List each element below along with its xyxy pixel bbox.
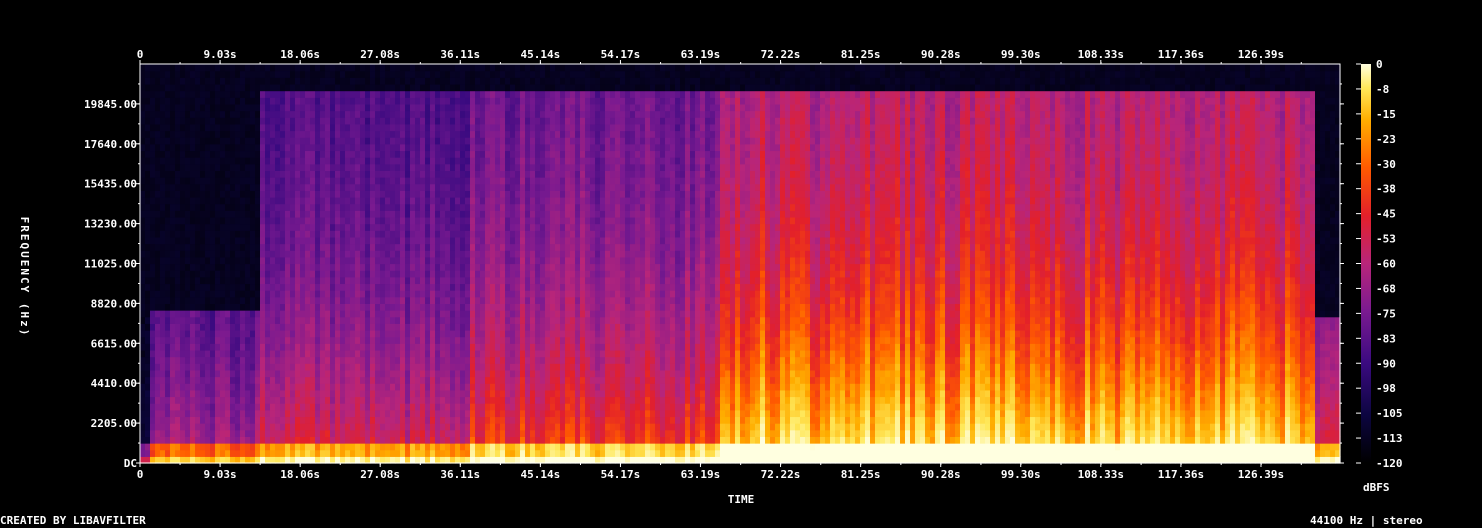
x-tick-label-bottom: 63.19s: [681, 468, 721, 481]
y-tick-label: 19845.00: [84, 98, 137, 111]
x-tick-label-top: 27.08s: [360, 48, 400, 61]
x-tick-label-top: 54.17s: [601, 48, 641, 61]
colorbar-tick-label: -8: [1376, 83, 1389, 96]
x-tick-label-bottom: 54.17s: [601, 468, 641, 481]
colorbar-tick-label: -68: [1376, 282, 1396, 295]
colorbar-tick-label: -15: [1376, 108, 1396, 121]
x-tick-label-top: 63.19s: [681, 48, 721, 61]
x-tick-label-top: 0: [137, 48, 144, 61]
x-tick-label-bottom: 126.39s: [1238, 468, 1284, 481]
colorbar-label: dBFS: [1363, 481, 1390, 494]
colorbar-tick-label: -60: [1376, 258, 1396, 271]
x-tick-label-top: 9.03s: [204, 48, 237, 61]
x-tick-label-bottom: 90.28s: [921, 468, 961, 481]
x-tick-label-top: 99.30s: [1001, 48, 1041, 61]
y-tick-label: 8820.00: [91, 297, 137, 310]
x-tick-label-bottom: 18.06s: [280, 468, 320, 481]
colorbar-tick-label: -120: [1376, 457, 1403, 470]
colorbar-tick-label: -53: [1376, 233, 1396, 246]
x-tick-label-bottom: 36.11s: [440, 468, 480, 481]
colorbar-tick-label: -23: [1376, 133, 1396, 146]
x-tick-label-bottom: 99.30s: [1001, 468, 1041, 481]
colorbar-tick-label: -105: [1376, 407, 1403, 420]
x-tick-label-top: 72.22s: [761, 48, 801, 61]
x-tick-label-bottom: 45.14s: [520, 468, 560, 481]
x-tick-label-top: 36.11s: [440, 48, 480, 61]
colorbar-tick-label: -75: [1376, 307, 1396, 320]
colorbar-tick-label: -38: [1376, 183, 1396, 196]
x-tick-label-bottom: 27.08s: [360, 468, 400, 481]
x-ticks-bottom: 0 9.03s 18.06s 27.08s 36.11s 45.14s 54.17s 63.1…: [137, 463, 1302, 481]
x-ticks-top: 0 9.03s 18.06s 27.08s 36.11s 45.14s 54.17s 63.1…: [137, 48, 1302, 64]
y-ticks-left: DC 2205.00 4410.00 6615.00 8820.00 11025.00 13…: [84, 83, 140, 470]
colorbar-tick-label: -83: [1376, 332, 1396, 345]
x-tick-label-bottom: 81.25s: [841, 468, 881, 481]
y-tick-label: DC: [124, 457, 137, 470]
y-axis-title: FREQUENCY (Hz): [18, 217, 31, 338]
x-tick-label-top: 90.28s: [921, 48, 961, 61]
y-tick-label: 2205.00: [91, 417, 137, 430]
y-tick-label: 17640.00: [84, 138, 137, 151]
y-tick-label: 6615.00: [91, 337, 137, 350]
x-tick-label-top: 45.14s: [520, 48, 560, 61]
colorbar-tick-label: 0: [1376, 58, 1383, 71]
x-tick-label-top: 81.25s: [841, 48, 881, 61]
x-tick-label-bottom: 9.03s: [204, 468, 237, 481]
colorbar-tick-label: -30: [1376, 158, 1396, 171]
colorbar-tick-label: -98: [1376, 382, 1396, 395]
format-text: 44100 Hz | stereo: [1310, 514, 1423, 527]
y-tick-label: 15435.00: [84, 178, 137, 191]
x-tick-label-bottom: 0: [137, 468, 144, 481]
x-tick-label-bottom: 108.33s: [1078, 468, 1124, 481]
colorbar-tick-label: -45: [1376, 208, 1396, 221]
spectrogram-chart: 0 9.03s 18.06s 27.08s 36.11s 45.14s 54.17s 63.1…: [18, 48, 1403, 506]
x-tick-label-top: 117.36s: [1158, 48, 1204, 61]
credit-text: CREATED BY LIBAVFILTER: [0, 514, 146, 527]
x-tick-label-top: 18.06s: [280, 48, 320, 61]
x-tick-label-top: 126.39s: [1238, 48, 1284, 61]
colorbar-tick-label: -90: [1376, 357, 1396, 370]
x-tick-label-bottom: 72.22s: [761, 468, 801, 481]
colorbar: [1361, 64, 1371, 463]
x-tick-label-bottom: 117.36s: [1158, 468, 1204, 481]
spectrogram-plot-area: [140, 64, 1341, 464]
y-tick-label: 4410.00: [91, 377, 137, 390]
y-tick-label: 13230.00: [84, 218, 137, 231]
x-tick-label-top: 108.33s: [1078, 48, 1124, 61]
colorbar-tick-label: -113: [1376, 432, 1403, 445]
x-axis-title: TIME: [728, 493, 755, 506]
y-tick-label: 11025.00: [84, 258, 137, 271]
